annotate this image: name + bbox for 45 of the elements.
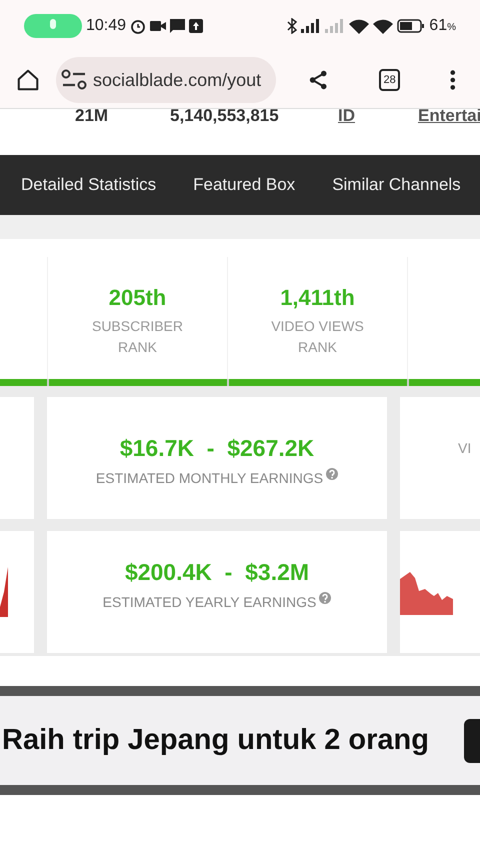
rank-label: SUBSCRIBER RANK: [90, 317, 184, 357]
wifi-icon: [349, 18, 370, 34]
address-bar[interactable]: socialblade.com/yout: [56, 57, 276, 103]
sparkline-chart: [0, 567, 8, 617]
progress-stripe: [0, 379, 47, 386]
rank-value: 1,411th: [280, 284, 355, 312]
earnings-label: ESTIMATED MONTHLY EARNINGS: [96, 468, 324, 488]
wifi-icon: [373, 18, 394, 34]
nav-tab[interactable]: Detailed Statistics: [21, 172, 156, 198]
bluetooth-icon: [287, 18, 298, 34]
video-camera-icon: [150, 20, 166, 32]
help-icon[interactable]: [319, 592, 332, 604]
ad-headline: Raih trip Jepang untuk 2 orang: [2, 722, 429, 758]
summary-link[interactable]: Entertai: [418, 109, 480, 128]
share-icon[interactable]: [308, 69, 329, 91]
help-icon[interactable]: [326, 468, 338, 480]
home-icon[interactable]: [16, 67, 40, 93]
earnings-range: $16.7K - $267.2K: [120, 434, 314, 463]
battery-percentage: 61: [429, 16, 448, 36]
signal-icon: [301, 19, 322, 33]
clock-time: 10:49: [86, 16, 126, 36]
url-text: socialblade.com/yout: [93, 68, 262, 92]
stat-label: VI: [458, 438, 472, 458]
progress-stripe: [409, 379, 480, 386]
sparkline-chart: [400, 569, 453, 615]
site-settings-icon[interactable]: [61, 69, 88, 91]
alarm-icon: [130, 18, 146, 34]
upload-icon: [189, 19, 204, 33]
earnings-range: $200.4K - $3.2M: [124, 558, 310, 587]
battery-icon: [397, 19, 426, 33]
message-icon: [170, 19, 186, 33]
tab-count-button[interactable]: 28: [379, 69, 400, 91]
nav-tab[interactable]: Featured Box: [193, 172, 296, 198]
summary-value: 21M: [75, 109, 108, 127]
rank-label: VIDEO VIEWS RANK: [270, 317, 365, 357]
ad-button[interactable]: [464, 718, 480, 762]
nav-tab[interactable]: Similar Channels: [332, 172, 461, 198]
signal-icon: [325, 19, 346, 33]
percent-sign: %: [447, 21, 456, 35]
summary-link[interactable]: ID: [338, 109, 355, 128]
more-options-icon[interactable]: [450, 69, 456, 91]
summary-value: 5,140,553,815: [170, 109, 279, 127]
earnings-label: ESTIMATED YEARLY EARNINGS: [102, 592, 316, 612]
ad-banner[interactable]: Raih trip Jepang untuk 2 orang: [0, 696, 480, 785]
rank-value: 205th: [108, 284, 166, 312]
